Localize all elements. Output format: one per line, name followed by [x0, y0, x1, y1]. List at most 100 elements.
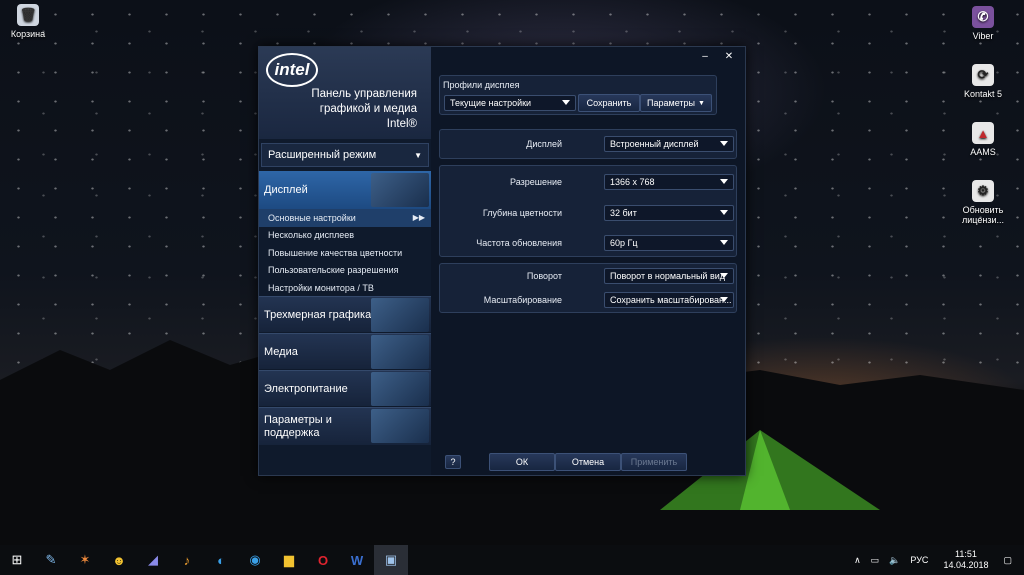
support-label-line: поддержка	[264, 426, 320, 439]
cancel-button[interactable]: Отмена	[555, 453, 621, 471]
title-line: графикой и медиа	[319, 103, 417, 115]
opera-icon: O	[317, 552, 329, 568]
sidebar-item-display[interactable]: Дисплей	[259, 171, 431, 209]
display-subnav: Основные настройки ▶▶ Несколько дисплеев…	[259, 209, 431, 297]
subnav-label: Несколько дисплеев	[268, 230, 355, 241]
chevron-down-icon	[562, 100, 570, 105]
refresh-rate-select[interactable]: 60p Гц	[604, 235, 734, 251]
desktop-icon-label-line2: лицензи...	[962, 215, 1004, 225]
taskbar-app-word[interactable]: W	[340, 545, 374, 575]
desktop-icon-update-license[interactable]: ⚙ Обновить лицензи...	[948, 180, 1018, 225]
resolution-label: Разрешение	[510, 177, 562, 187]
ccleaner-icon: ◐	[217, 552, 225, 568]
fl-studio-icon: ✶	[79, 552, 91, 567]
display-group: Дисплей Встроенный дисплей	[439, 129, 737, 159]
taskbar-app-winamp[interactable]: ♪	[170, 545, 204, 575]
sidebar-item-3d[interactable]: Трехмерная графика	[259, 296, 431, 332]
subnav-item-custom-resolutions[interactable]: Пользовательские разрешения	[259, 262, 431, 280]
apply-button[interactable]: Применить	[621, 453, 687, 471]
subnav-item-basic-settings[interactable]: Основные настройки ▶▶	[259, 209, 431, 227]
minimize-button[interactable]: –	[695, 49, 715, 63]
taskbar-app-teamviewer[interactable]: ◉	[238, 545, 272, 575]
sidebar-item-label: Трехмерная графика	[264, 308, 372, 321]
taskbar-app-paint[interactable]: ✎	[34, 545, 68, 575]
paint-icon: ✎	[45, 552, 57, 567]
display-select-value: Встроенный дисплей	[610, 139, 699, 149]
rotation-select[interactable]: Поворот в нормальный вид	[604, 268, 734, 284]
taskbar-app-opera[interactable]: O	[306, 545, 340, 575]
desktop-icon-label: Viber	[972, 31, 994, 41]
subnav-item-multiple-displays[interactable]: Несколько дисплеев	[259, 227, 431, 245]
desktop-icon-kontakt[interactable]: ⟳ Kontakt 5	[948, 64, 1018, 99]
profiles-heading: Профили дисплея	[443, 80, 520, 90]
taskbar-app-file-explorer[interactable]: ▆	[272, 545, 306, 575]
sidebar-item-media[interactable]: Медиа	[259, 333, 431, 369]
profile-select-value: Текущие настройки	[450, 98, 532, 108]
save-profile-button[interactable]: Сохранить	[578, 94, 640, 112]
subnav-item-monitor-tv[interactable]: Настройки монитора / ТВ	[259, 279, 431, 297]
chevron-down-icon	[720, 273, 728, 278]
refresh-rate-label: Частота обновления	[476, 238, 562, 248]
teamviewer-icon: ◉	[249, 552, 261, 567]
start-button[interactable]: ⊞	[0, 545, 34, 575]
chevron-down-icon	[720, 297, 728, 302]
support-icon	[371, 409, 429, 443]
chevron-down-icon	[720, 141, 728, 146]
color-depth-select-value: 32 бит	[610, 208, 637, 218]
kontakt-icon: ⟳	[972, 64, 994, 86]
resolution-select[interactable]: 1366 x 768	[604, 174, 734, 190]
subnav-label: Повышение качества цветности	[268, 247, 403, 258]
system-tray: ∧ ▭ 🔈 РУС 11:51 14.04.2018 ▢	[849, 545, 1024, 575]
parameters-button[interactable]: Параметры ▼	[640, 94, 712, 112]
desktop-icon-label-line1: Обновить	[962, 205, 1004, 215]
intel-control-panel-window: intel Панель управления графикой и медиа…	[258, 46, 746, 476]
word-icon: W	[350, 552, 364, 568]
sidebar-item-label: Медиа	[264, 345, 298, 358]
notifications-icon[interactable]: ▢	[1003, 555, 1012, 566]
profiles-group: Профили дисплея Текущие настройки Сохран…	[439, 75, 717, 115]
taskbar-app-daemon-tools[interactable]: ☻	[102, 545, 136, 575]
mode-dropdown[interactable]: Расширенный режим ▼	[261, 143, 429, 167]
taskbar-app-intel-graphics[interactable]: ▣	[374, 545, 408, 575]
scaling-select[interactable]: Сохранить масштабирован...	[604, 292, 734, 308]
desktop-icon-aams[interactable]: ▲ AAMS	[948, 122, 1018, 157]
refresh-rate-select-value: 60p Гц	[610, 238, 638, 248]
desktop-icon-recycle-bin[interactable]: 🗑 Корзина	[0, 4, 63, 39]
window-header: intel Панель управления графикой и медиа…	[259, 47, 431, 139]
aams-icon: ▲	[972, 122, 994, 144]
close-button[interactable]: ✕	[719, 49, 739, 63]
power-icon	[371, 372, 429, 406]
title-line: Intel®	[386, 118, 417, 130]
ok-button[interactable]: ОК	[489, 453, 555, 471]
parameters-label: Параметры	[647, 98, 696, 108]
subnav-item-color-enhancement[interactable]: Повышение качества цветности	[259, 244, 431, 262]
mode-label: Расширенный режим	[268, 149, 377, 161]
winamp-icon: ♪	[183, 552, 191, 568]
sidebar-item-support[interactable]: Параметры и поддержка	[259, 407, 431, 445]
chevron-down-icon: ▼	[698, 99, 705, 107]
clock[interactable]: 11:51 14.04.2018	[943, 549, 988, 571]
chevron-down-icon: ▼	[414, 150, 422, 160]
subnav-label: Пользовательские разрешения	[268, 265, 399, 276]
sidebar-item-label: Электропитание	[264, 382, 348, 395]
taskbar: ⊞ ✎ ✶ ☻ ◢ ♪ ◐ ◉ ▆ O W ▣ ∧ ▭ 🔈 РУС 11:51 …	[0, 545, 1024, 575]
display-select[interactable]: Встроенный дисплей	[604, 136, 734, 152]
profile-select[interactable]: Текущие настройки	[444, 95, 576, 111]
chevron-up-icon[interactable]: ∧	[854, 555, 861, 566]
recycle-bin-icon: 🗑	[17, 4, 39, 26]
color-depth-select[interactable]: 32 бит	[604, 205, 734, 221]
network-icon[interactable]: ▭	[871, 555, 880, 566]
volume-icon[interactable]: 🔈	[889, 555, 900, 566]
support-label-line: Параметры и	[264, 413, 332, 426]
taskbar-app-fl-studio[interactable]: ✶	[68, 545, 102, 575]
update-license-icon: ⚙	[972, 180, 994, 202]
desktop-icon-viber[interactable]: ✆ Viber	[948, 6, 1018, 41]
windows-start-icon: ⊞	[11, 552, 23, 567]
language-indicator[interactable]: РУС	[910, 555, 928, 565]
clock-time: 11:51	[955, 549, 977, 559]
help-button[interactable]: ?	[445, 455, 461, 469]
taskbar-app-ccleaner[interactable]: ◐	[204, 545, 238, 575]
sidebar-item-power[interactable]: Электропитание	[259, 370, 431, 406]
taskbar-app-ableton[interactable]: ◢	[136, 545, 170, 575]
rotation-select-value: Поворот в нормальный вид	[610, 271, 726, 281]
